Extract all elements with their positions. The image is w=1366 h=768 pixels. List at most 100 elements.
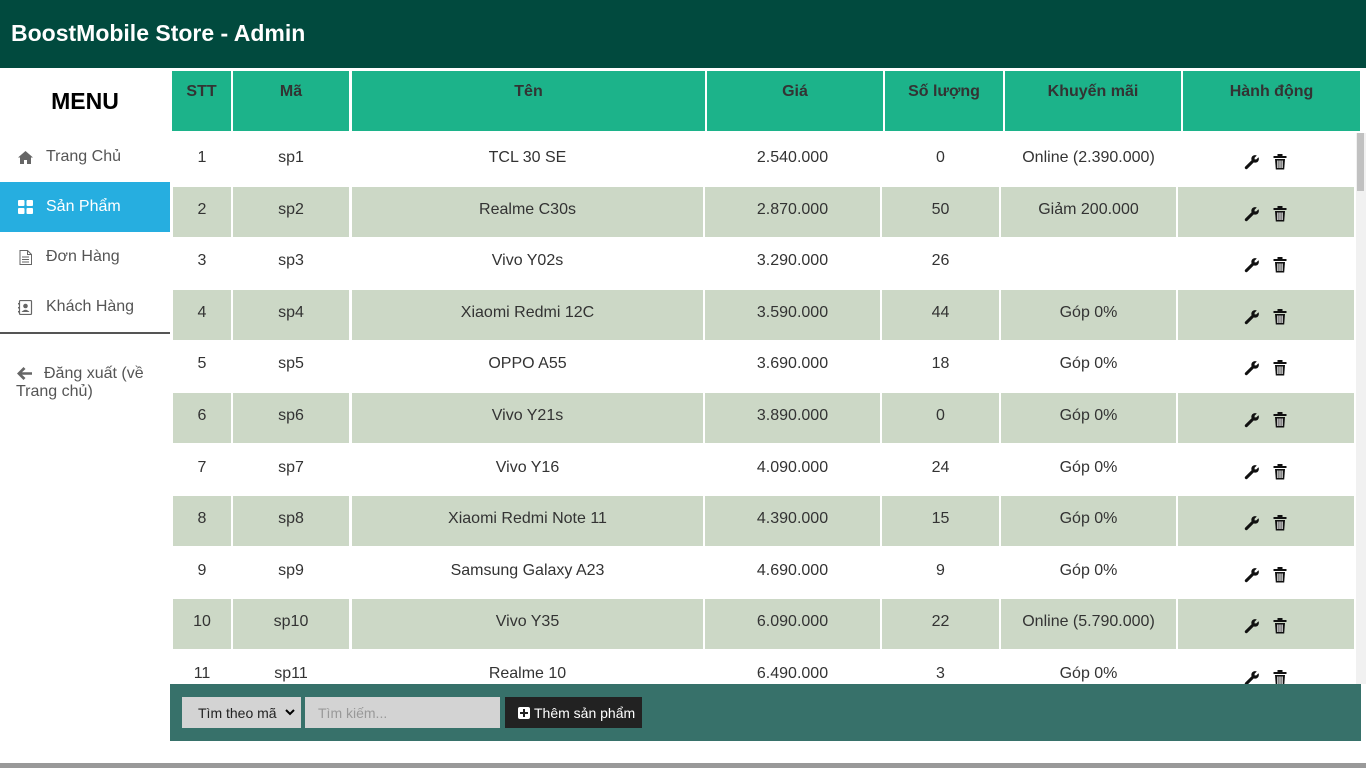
cell-code: sp7 — [278, 459, 304, 476]
cell-quantity: 24 — [931, 459, 950, 476]
cell-price: 3.890.000 — [705, 393, 880, 443]
cell-price: 4.090.000 — [756, 459, 829, 476]
trash-icon[interactable] — [1272, 515, 1288, 531]
cell-actions — [1178, 135, 1354, 185]
trash-icon[interactable] — [1272, 618, 1288, 634]
cell-code: sp1 — [278, 149, 304, 166]
trash-icon[interactable] — [1272, 154, 1288, 170]
wrench-icon[interactable] — [1244, 464, 1260, 480]
table-row: 9 sp9 Samsung Galaxy A23 4.690.000 9 Góp 0% — [173, 548, 1354, 598]
chevron-down-icon — [285, 705, 295, 722]
sidebar-item-products[interactable]: Sản Phẩm — [0, 182, 170, 232]
table-header: STT Mã Tên Giá Số lượng Khuyến mãi Hành … — [170, 69, 1366, 133]
cell-quantity: 26 — [931, 252, 950, 269]
cell-quantity: 18 — [931, 355, 950, 372]
cell-actions — [1178, 651, 1354, 684]
home-icon — [17, 149, 33, 165]
cell-promotion: Góp 0% — [1059, 665, 1118, 682]
cell-actions — [1178, 599, 1354, 649]
table-scrollbar[interactable] — [1356, 133, 1366, 684]
trash-icon[interactable] — [1272, 309, 1288, 325]
cell-actions — [1178, 341, 1354, 391]
grid-icon — [17, 199, 33, 215]
wrench-icon[interactable] — [1244, 412, 1260, 428]
trash-icon[interactable] — [1272, 464, 1288, 480]
wrench-icon[interactable] — [1244, 154, 1260, 170]
cell-stt: 8 — [173, 496, 231, 546]
table-row: 2 sp2 Realme C30s 2.870.000 50 Giảm 200.000 — [173, 187, 1354, 237]
add-product-button[interactable]: Thêm sản phẩm — [505, 697, 642, 728]
sidebar-item-label: Sản Phẩm — [46, 198, 121, 215]
product-table-body: 1 sp1 TCL 30 SE 2.540.000 0 Online (2.390.000… — [170, 133, 1356, 684]
cell-actions — [1178, 393, 1354, 443]
table-row: 8 sp8 Xiaomi Redmi Note 11 4.390.000 15 Góp 0… — [173, 496, 1354, 546]
table-row: 7 sp7 Vivo Y16 4.090.000 24 Góp 0% — [173, 445, 1354, 495]
sidebar-item-home[interactable]: Trang Chủ — [0, 132, 170, 182]
cell-promotion: Góp 0% — [1059, 355, 1118, 372]
wrench-icon[interactable] — [1244, 360, 1260, 376]
cell-stt: 3 — [197, 252, 207, 269]
bottom-toolbar: Tìm theo mã Thêm sản phẩm — [170, 684, 1361, 741]
cell-promotion: Góp 0% — [1001, 496, 1176, 546]
cell-quantity: 0 — [882, 393, 999, 443]
cell-promotion: Góp 0% — [1059, 459, 1118, 476]
cell-name: Vivo Y21s — [352, 393, 703, 443]
cell-price: 4.390.000 — [705, 496, 880, 546]
cell-promotion: Online (2.390.000) — [1022, 149, 1155, 166]
cell-name: OPPO A55 — [488, 355, 567, 372]
bottom-scrollbar[interactable] — [0, 763, 1366, 768]
search-mode-select[interactable]: Tìm theo mã — [182, 697, 301, 728]
sidebar-item-label: Đơn Hàng — [46, 248, 120, 265]
table-row: 11 sp11 Realme 10 6.490.000 3 Góp 0% — [173, 651, 1354, 684]
cell-quantity: 9 — [936, 562, 945, 579]
trash-icon[interactable] — [1272, 567, 1288, 583]
wrench-icon[interactable] — [1244, 257, 1260, 273]
arrow-left-icon — [16, 366, 32, 382]
wrench-icon[interactable] — [1244, 567, 1260, 583]
plus-icon — [518, 706, 530, 719]
wrench-icon[interactable] — [1244, 309, 1260, 325]
cell-code: sp11 — [274, 665, 308, 682]
wrench-icon[interactable] — [1244, 206, 1260, 222]
cell-stt: 11 — [193, 665, 211, 682]
trash-icon[interactable] — [1272, 412, 1288, 428]
cell-stt: 9 — [197, 562, 207, 579]
logout-link[interactable]: Đăng xuất (về Trang chủ) — [16, 365, 166, 401]
sidebar-item-customers[interactable]: Khách Hàng — [0, 282, 170, 332]
trash-icon[interactable] — [1272, 670, 1288, 684]
column-header-code: Mã — [233, 71, 349, 131]
cell-promotion: Online (5.790.000) — [1001, 599, 1176, 649]
cell-code: sp10 — [233, 599, 349, 649]
wrench-icon[interactable] — [1244, 515, 1260, 531]
menu-title: MENU — [51, 88, 119, 114]
column-header-stt: STT — [172, 71, 231, 131]
trash-icon[interactable] — [1272, 257, 1288, 273]
add-product-label: Thêm sản phẩm — [534, 704, 636, 721]
app-header: BoostMobile Store - Admin — [0, 0, 1366, 68]
cell-promotion: Góp 0% — [1001, 290, 1176, 340]
sidebar-item-orders[interactable]: Đơn Hàng — [0, 232, 170, 282]
scrollbar-thumb[interactable] — [1357, 133, 1364, 191]
cell-code: sp6 — [233, 393, 349, 443]
cell-code: sp8 — [233, 496, 349, 546]
cell-quantity: 44 — [882, 290, 999, 340]
column-header-quantity: Số lượng — [885, 71, 1003, 131]
search-input[interactable] — [305, 697, 500, 728]
table-row: 6 sp6 Vivo Y21s 3.890.000 0 Góp 0% — [173, 393, 1354, 443]
trash-icon[interactable] — [1272, 206, 1288, 222]
table-row: 5 sp5 OPPO A55 3.690.000 18 Góp 0% — [173, 341, 1354, 391]
wrench-icon[interactable] — [1244, 670, 1260, 684]
cell-code: sp4 — [233, 290, 349, 340]
sidebar-item-label: Trang Chủ — [46, 148, 121, 165]
trash-icon[interactable] — [1272, 360, 1288, 376]
cell-promotion: Góp 0% — [1059, 562, 1118, 579]
cell-name: Vivo Y16 — [495, 459, 560, 476]
cell-stt: 10 — [173, 599, 231, 649]
cell-price: 6.090.000 — [705, 599, 880, 649]
cell-quantity: 0 — [936, 149, 945, 166]
search-mode-value: Tìm theo mã — [198, 704, 277, 721]
document-icon — [17, 249, 33, 265]
cell-name: Realme 10 — [488, 665, 567, 682]
cell-promotion: Góp 0% — [1001, 393, 1176, 443]
wrench-icon[interactable] — [1244, 618, 1260, 634]
